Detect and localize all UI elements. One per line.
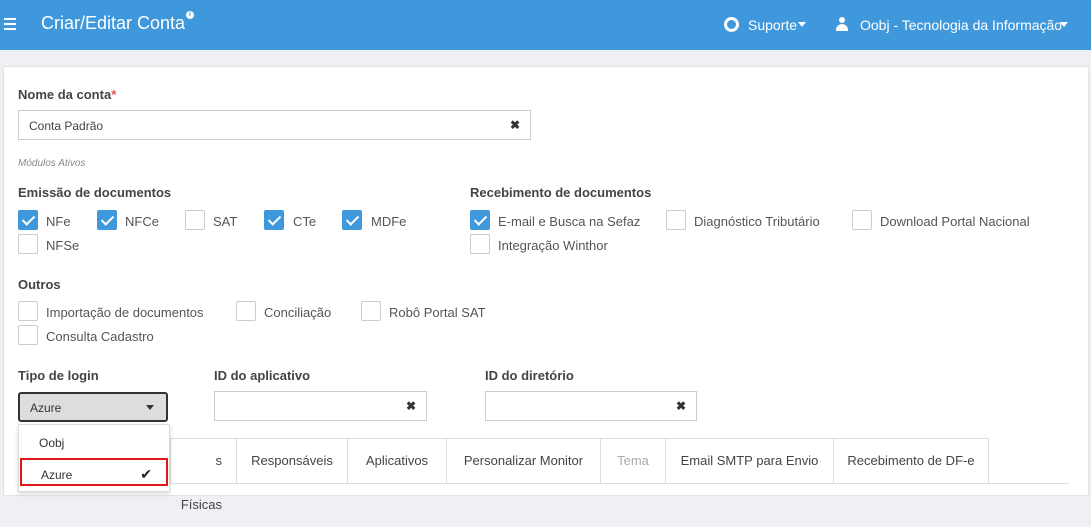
checkbox-download-portal-label[interactable]: Download Portal Nacional [880, 214, 1030, 229]
required-mark: * [111, 87, 117, 102]
app-id-clear-button[interactable]: ✖ [396, 391, 427, 421]
login-option-azure[interactable]: Azure ✔ [20, 458, 168, 486]
checkbox-winthor[interactable] [470, 234, 490, 254]
login-type-dropdown: Oobj Azure ✔ [18, 424, 170, 492]
checkbox-robo-sat-label[interactable]: Robô Portal SAT [389, 305, 486, 320]
checkbox-mdfe[interactable] [342, 210, 362, 230]
checkmark-icon: ✔ [140, 466, 152, 482]
reception-section-title: Recebimento de documentos [470, 185, 652, 200]
tab-tema: Tema [600, 438, 666, 484]
login-option-azure-label: Azure [41, 468, 73, 482]
modules-caption: Módulos Ativos [18, 158, 86, 169]
checkbox-email-sefaz[interactable] [470, 210, 490, 230]
lifebuoy-icon[interactable] [724, 17, 739, 32]
support-chevron-down-icon[interactable] [798, 22, 806, 27]
user-icon[interactable] [836, 17, 848, 31]
app-id-input[interactable] [214, 391, 397, 421]
others-section-title: Outros [18, 277, 61, 292]
checkbox-sat-label[interactable]: SAT [213, 214, 237, 229]
login-type-label: Tipo de login [18, 368, 99, 383]
checkbox-nfce-label[interactable]: NFCe [125, 214, 159, 229]
tab-personalizar-monitor[interactable]: Personalizar Monitor [446, 438, 601, 484]
account-name-label: Nome da conta* [18, 87, 117, 102]
checkbox-consulta-cadastro-label[interactable]: Consulta Cadastro [46, 329, 154, 344]
support-menu[interactable]: Suporte [748, 17, 797, 33]
checkbox-sat[interactable] [185, 210, 205, 230]
checkbox-download-portal[interactable] [852, 210, 872, 230]
tab-email-smtp[interactable]: Email SMTP para Envio [665, 438, 834, 484]
directory-id-clear-button[interactable]: ✖ [666, 391, 697, 421]
checkbox-robo-sat[interactable] [361, 301, 381, 321]
checkbox-nfse-label[interactable]: NFSe [46, 238, 79, 253]
page-title: Criar/Editar Conta [41, 13, 186, 33]
account-name-input[interactable]: Conta Padrão [18, 110, 501, 140]
hamburger-menu-icon[interactable] [4, 15, 18, 35]
checkbox-winthor-label[interactable]: Integração Winthor [498, 238, 608, 253]
emission-section-title: Emissão de documentos [18, 185, 172, 200]
tab-pessoas-fisicas[interactable]: s Físicas [170, 438, 237, 512]
user-menu[interactable]: Oobj - Tecnologia da Informação [860, 17, 1062, 33]
checkbox-conciliacao-label[interactable]: Conciliação [264, 305, 331, 320]
tab-recebimento-dfe[interactable]: Recebimento de DF-e [833, 438, 989, 484]
checkbox-importacao-label[interactable]: Importação de documentos [46, 305, 204, 320]
checkbox-email-sefaz-label[interactable]: E-mail e Busca na Sefaz [498, 214, 640, 229]
directory-id-label: ID do diretório [485, 368, 574, 383]
app-id-label: ID do aplicativo [214, 368, 311, 383]
checkbox-nfse[interactable] [18, 234, 38, 254]
checkbox-cte[interactable] [264, 210, 284, 230]
checkbox-diagnostico[interactable] [666, 210, 686, 230]
directory-id-input[interactable] [485, 391, 667, 421]
checkbox-consulta-cadastro[interactable] [18, 325, 38, 345]
chevron-down-icon [146, 405, 154, 410]
login-type-select[interactable]: Azure [18, 392, 168, 422]
login-type-selected-value: Azure [30, 401, 62, 415]
login-option-oobj[interactable]: Oobj [20, 428, 168, 456]
account-name-clear-button[interactable]: ✖ [500, 110, 531, 140]
checkbox-mdfe-label[interactable]: MDFe [371, 214, 406, 229]
user-chevron-down-icon[interactable] [1060, 22, 1068, 27]
checkbox-cte-label[interactable]: CTe [293, 214, 316, 229]
tab-responsaveis[interactable]: Responsáveis [236, 438, 348, 484]
checkbox-nfe[interactable] [18, 210, 38, 230]
top-navbar: Criar/Editar Conta i Suporte Oobj - Tecn… [0, 0, 1091, 50]
info-icon[interactable]: i [186, 11, 194, 19]
tab-aplicativos[interactable]: Aplicativos [347, 438, 447, 484]
checkbox-conciliacao[interactable] [236, 301, 256, 321]
checkbox-nfe-label[interactable]: NFe [46, 214, 71, 229]
checkbox-importacao[interactable] [18, 301, 38, 321]
checkbox-diagnostico-label[interactable]: Diagnóstico Tributário [694, 214, 820, 229]
checkbox-nfce[interactable] [97, 210, 117, 230]
